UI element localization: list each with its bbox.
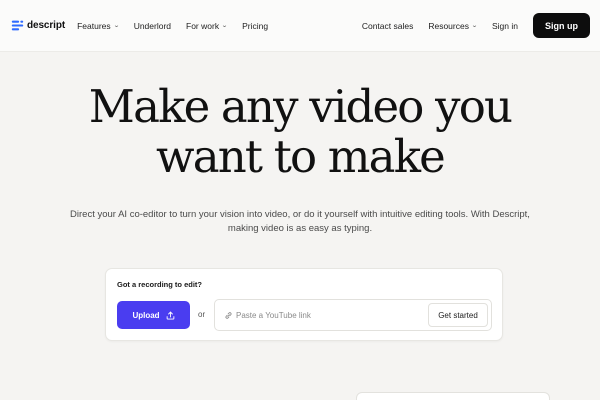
chevron-down-icon: ⌄ bbox=[112, 23, 120, 29]
top-nav: descript Features ⌄ Underlord For work ⌄… bbox=[0, 0, 600, 52]
sign-in-link[interactable]: Sign in bbox=[492, 21, 518, 31]
brand-name: descript bbox=[27, 20, 66, 31]
upload-icon bbox=[166, 311, 174, 320]
nav-resources-label: Resources bbox=[428, 20, 469, 31]
descript-logo-icon bbox=[11, 20, 24, 31]
nav-pricing-label: Pricing bbox=[242, 20, 269, 31]
chevron-down-icon: ⌄ bbox=[471, 23, 478, 29]
nav-underlord[interactable]: Underlord bbox=[134, 21, 171, 31]
hero-headline-line1: Make any video you bbox=[88, 80, 513, 133]
nav-features-label: Features bbox=[77, 20, 111, 31]
get-started-button[interactable]: Get started bbox=[428, 303, 488, 327]
sign-up-button[interactable]: Sign up bbox=[533, 13, 590, 38]
youtube-link-field: Get started bbox=[214, 299, 492, 331]
nav-resources[interactable]: Resources ⌄ bbox=[428, 21, 477, 31]
hero-headline-line2: want to make bbox=[156, 129, 446, 183]
nav-features[interactable]: Features ⌄ bbox=[77, 21, 119, 31]
upload-button-label: Upload bbox=[132, 310, 160, 320]
link-icon bbox=[225, 312, 232, 319]
hero-headline: Make any video you want to make bbox=[0, 82, 600, 181]
or-separator: or bbox=[198, 310, 206, 319]
nav-contact-sales[interactable]: Contact sales bbox=[362, 21, 414, 31]
chevron-down-icon: ⌄ bbox=[221, 23, 228, 29]
upload-button[interactable]: Upload bbox=[117, 301, 190, 329]
card-title: Got a recording to edit? bbox=[117, 280, 203, 289]
nav-right-group: Contact sales Resources ⌄ Sign in Sign u… bbox=[347, 13, 590, 38]
hero: Make any video you want to make bbox=[0, 82, 600, 181]
brand-logo[interactable]: descript bbox=[11, 19, 65, 32]
nav-underlord-label: Underlord bbox=[133, 20, 172, 31]
nav-pricing[interactable]: Pricing bbox=[242, 21, 268, 31]
preview-card bbox=[356, 392, 550, 400]
nav-for-work-label: For work bbox=[186, 20, 220, 31]
upload-card: Got a recording to edit? Upload or Get s… bbox=[105, 268, 503, 341]
nav-for-work[interactable]: For work ⌄ bbox=[186, 20, 228, 31]
youtube-link-input[interactable] bbox=[236, 308, 426, 322]
hero-subtitle: Direct your AI co-editor to turn your vi… bbox=[70, 209, 530, 234]
